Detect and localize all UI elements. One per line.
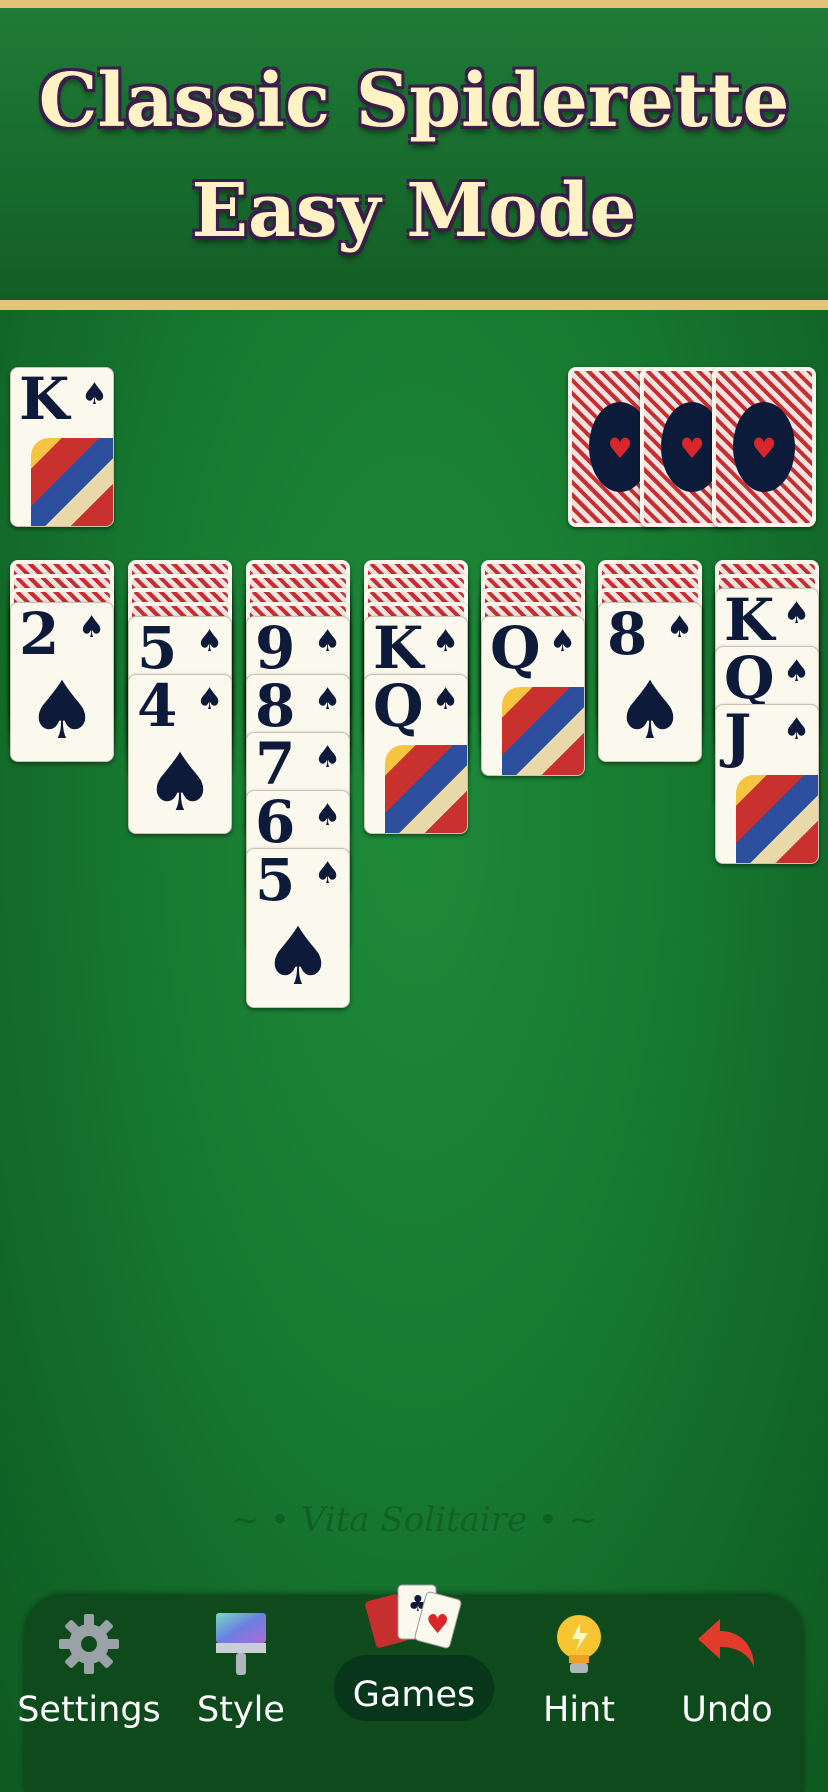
cards-icon: ♣ ♥ [365,1584,462,1649]
banner-title-line2: Easy Mode [191,168,637,254]
stock-card-back[interactable] [712,367,816,527]
card-suit: ♠ [549,624,576,659]
card-rank: 9 [255,616,296,682]
card-rank: 6 [255,790,296,856]
foundation-pile: K ♠ [10,367,114,527]
card-rank: K [724,588,775,654]
card-suit: ♠ [666,610,693,645]
games-button[interactable]: ♣ ♥ Games [339,1584,489,1792]
card-rank: 5 [137,616,178,682]
card-suit: ♠ [314,856,341,891]
paint-brush-icon [216,1613,266,1675]
style-button[interactable]: Style [166,1595,316,1792]
hint-button[interactable]: Hint [504,1595,654,1792]
foundation-suit: ♠ [81,377,108,412]
tableau-card[interactable]: 5 ♠ ♠ [246,848,350,1008]
card-suit: ♠ [196,682,223,717]
settings-button[interactable]: Settings [14,1595,164,1792]
card-suit: ♠ [314,624,341,659]
card-rank: Q [490,616,541,682]
card-suit: ♠ [783,712,810,747]
card-suit: ♠ [196,624,223,659]
tableau-card[interactable]: Q ♠ [364,674,468,834]
king-portrait [31,437,113,526]
court-portrait [385,744,467,833]
tableau-card[interactable]: 2 ♠ ♠ [10,602,114,762]
gear-icon [59,1614,119,1674]
games-label: Games [352,1675,476,1715]
svg-text:♥: ♥ [426,1610,449,1640]
title-banner: Classic Spiderette Easy Mode [0,0,828,310]
court-portrait [736,774,818,863]
card-center-suit: ♠ [262,910,334,1003]
settings-label: Settings [17,1690,161,1730]
card-rank: 5 [255,848,296,914]
card-suit: ♠ [314,740,341,775]
tableau-card[interactable]: 8 ♠ ♠ [598,602,702,762]
card-rank: Q [724,646,775,712]
card-rank: 8 [607,602,648,668]
card-rank: 7 [255,732,296,798]
card-rank: 8 [255,674,296,740]
tableau-card[interactable]: Q ♠ [481,616,585,776]
card-rank: Q [373,674,424,740]
card-suit: ♠ [783,596,810,631]
lightbulb-icon [557,1615,601,1673]
undo-arrow-icon [698,1619,754,1667]
card-suit: ♠ [432,682,459,717]
hint-label: Hint [543,1690,615,1730]
spider-icon [733,402,795,492]
card-center-suit: ♠ [614,664,686,757]
card-center-suit: ♠ [144,736,216,829]
card-center-suit: ♠ [26,664,98,757]
card-suit: ♠ [314,682,341,717]
tableau-card[interactable]: J ♠ [715,704,819,864]
card-suit: ♠ [78,610,105,645]
card-rank: 4 [137,674,178,740]
card-rank: 2 [19,602,60,668]
card-suit: ♠ [314,798,341,833]
card-suit: ♠ [783,654,810,689]
court-portrait [502,686,584,775]
undo-label: Undo [681,1690,773,1730]
card-rank: J [724,704,752,770]
card-rank: K [373,616,424,682]
bottom-toolbar: Settings Style ♣ ♥ Games Hint Undo [17,1584,804,1792]
foundation-rank: K [19,367,70,433]
banner-title-line1: Classic Spiderette [38,58,790,144]
tableau-card[interactable]: 4 ♠ ♠ [128,674,232,834]
card-suit: ♠ [432,624,459,659]
style-label: Style [197,1690,285,1730]
undo-button[interactable]: Undo [652,1595,802,1792]
watermark: ~ • Vita Solitaire • ~ [230,1500,598,1540]
